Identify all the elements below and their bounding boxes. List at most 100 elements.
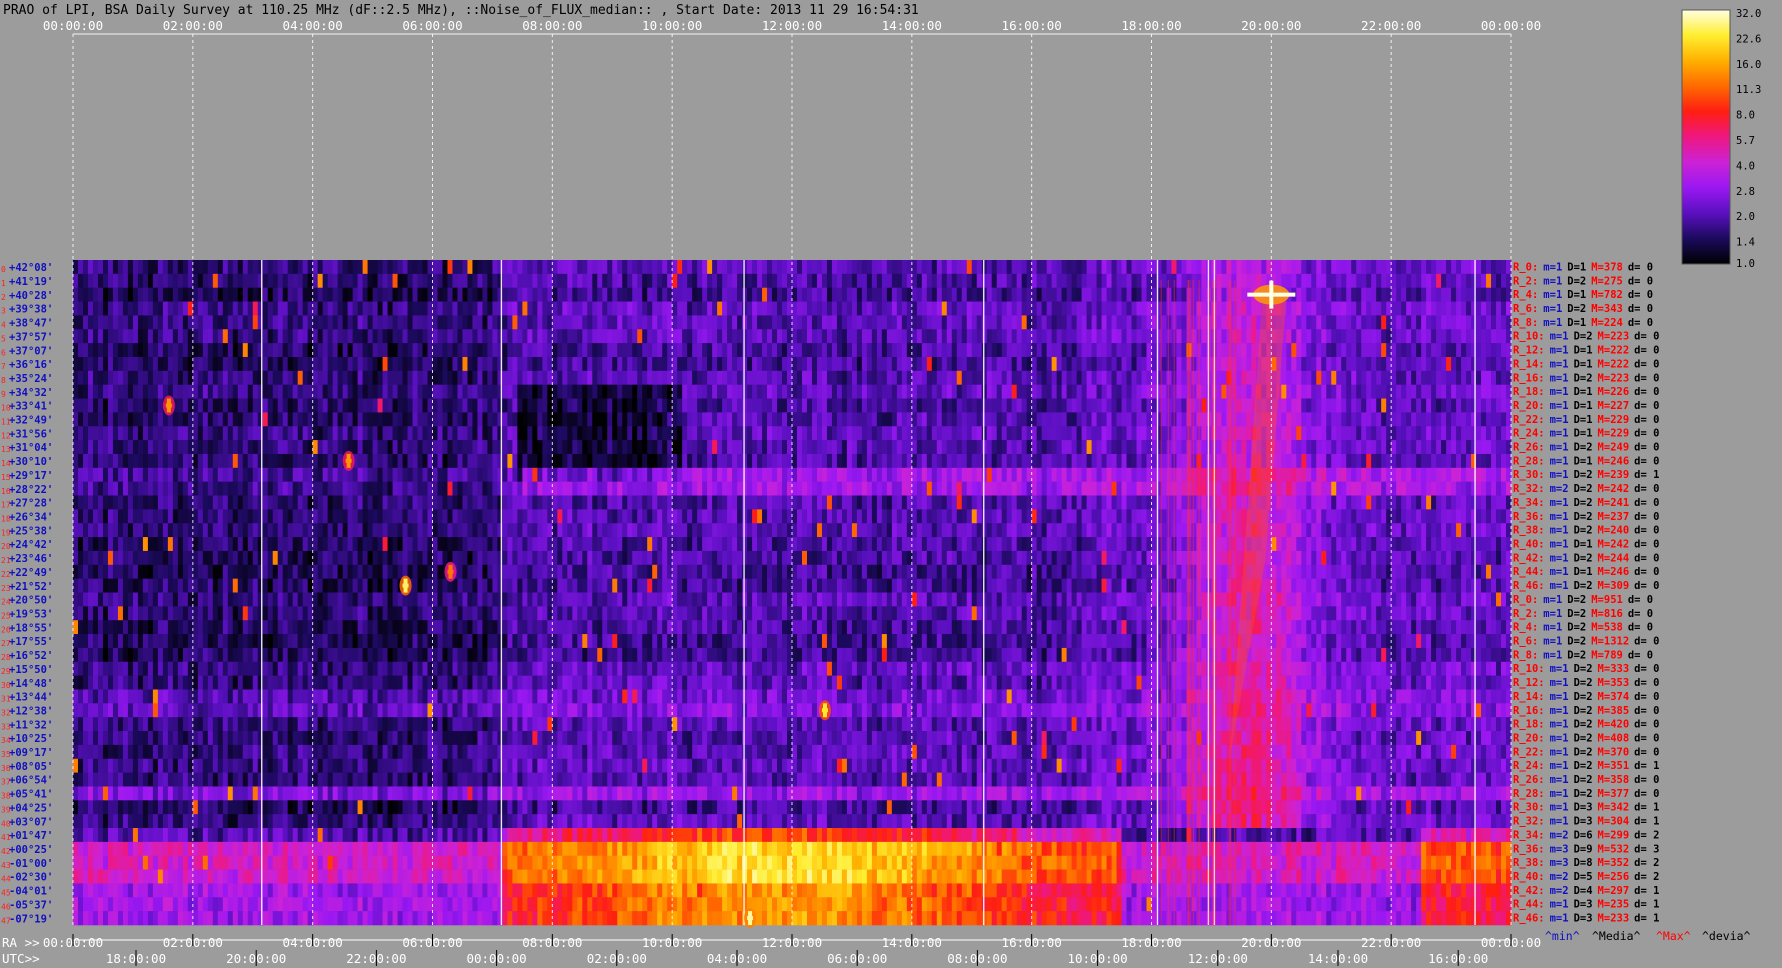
heatmap-cell xyxy=(387,329,393,344)
heatmap-cell xyxy=(617,398,623,413)
heatmap-cell xyxy=(552,287,558,302)
heatmap-cell xyxy=(342,287,349,302)
heatmap-cell xyxy=(412,343,418,358)
heatmap-cell xyxy=(382,426,388,441)
heatmap-cell xyxy=(697,481,703,496)
heatmap-cell xyxy=(587,329,593,344)
heatmap-cell xyxy=(267,329,274,344)
heatmap-cell xyxy=(1281,273,1287,288)
heatmap-cell xyxy=(317,260,324,275)
heatmap-cell xyxy=(1111,453,1117,469)
heatmap-cell xyxy=(73,495,79,510)
heatmap-cell xyxy=(976,356,983,372)
heatmap-cell xyxy=(592,440,598,455)
heatmap-cell xyxy=(532,453,538,469)
heatmap-cell xyxy=(727,426,733,441)
heatmap-cell xyxy=(1031,453,1038,469)
heatmap-cell xyxy=(1451,412,1457,427)
heatmap-cell xyxy=(1466,426,1472,441)
heatmap-cell xyxy=(292,453,299,469)
heatmap-cell xyxy=(447,440,453,455)
heatmap-cell xyxy=(936,370,943,385)
heatmap-cell xyxy=(657,370,663,385)
heatmap-cell xyxy=(1391,343,1397,358)
heatmap-cell xyxy=(866,481,873,496)
heatmap-cell xyxy=(1081,440,1087,455)
heatmap-cell xyxy=(946,481,953,496)
heatmap-cell xyxy=(657,273,663,288)
heatmap-cell xyxy=(1491,343,1497,358)
heatmap-cell xyxy=(132,260,139,275)
heatmap-cell xyxy=(886,315,893,330)
heatmap-cell xyxy=(317,495,324,510)
heatmap-cell xyxy=(856,440,863,455)
heatmap-cell xyxy=(851,426,858,441)
heatmap-cell xyxy=(552,467,558,482)
heatmap-cell xyxy=(642,370,648,385)
heatmap-cell xyxy=(1121,370,1127,385)
heatmap-cell xyxy=(1106,370,1112,385)
heatmap-cell xyxy=(1391,481,1397,496)
heatmap-cell xyxy=(891,481,898,496)
heatmap-cell xyxy=(737,301,743,316)
heatmap-cell xyxy=(836,287,843,302)
heatmap-cell xyxy=(1351,481,1357,496)
heatmap-cell xyxy=(517,370,523,385)
heatmap-cell xyxy=(916,384,923,399)
heatmap-cell xyxy=(1281,356,1287,372)
heatmap-cell xyxy=(752,260,758,275)
heatmap-cell xyxy=(1316,260,1322,275)
heatmap-cell xyxy=(197,356,204,372)
heatmap-cell xyxy=(422,440,428,455)
heatmap-cell xyxy=(1301,467,1307,482)
heatmap-cell xyxy=(1281,440,1287,455)
heatmap-cell xyxy=(826,481,833,496)
heatmap-cell xyxy=(1166,440,1172,455)
heatmap-cell xyxy=(1406,260,1412,275)
heatmap-cell xyxy=(327,315,334,330)
heatmap-cell xyxy=(916,273,923,288)
heatmap-cell xyxy=(532,370,538,385)
heatmap-cell xyxy=(946,287,953,302)
heatmap-cell xyxy=(597,426,603,441)
heatmap-cell xyxy=(107,384,114,399)
heatmap-cell xyxy=(232,343,239,358)
heatmap-cell xyxy=(152,356,159,372)
heatmap-cell xyxy=(357,426,363,441)
heatmap-cell xyxy=(707,412,713,427)
heatmap-cell xyxy=(1366,356,1372,372)
heatmap-cell xyxy=(587,356,593,372)
heatmap-cell xyxy=(142,370,149,385)
heatmap-cell xyxy=(332,453,339,469)
heatmap-cell xyxy=(372,495,378,510)
heatmap-cell xyxy=(1331,287,1337,302)
heatmap-cell xyxy=(981,370,988,385)
heatmap-cell xyxy=(821,287,828,302)
heatmap-cell xyxy=(347,426,354,441)
heatmap-cell xyxy=(392,481,398,496)
heatmap-cell xyxy=(1311,343,1317,358)
heatmap-cell xyxy=(1201,481,1207,496)
heatmap-cell xyxy=(981,440,988,455)
heatmap-cell xyxy=(876,412,883,427)
heatmap-cell xyxy=(1121,315,1127,330)
heatmap-cell xyxy=(1291,384,1297,399)
heatmap-cell xyxy=(127,467,134,482)
heatmap-cell xyxy=(387,343,393,358)
heatmap-cell xyxy=(292,356,299,372)
heatmap-cell xyxy=(762,398,768,413)
heatmap-cell xyxy=(1341,329,1347,344)
heatmap-cell xyxy=(612,273,618,288)
heatmap-cell xyxy=(422,495,428,510)
heatmap-cell xyxy=(107,467,114,482)
heatmap-cell xyxy=(172,440,179,455)
heatmap-cell xyxy=(272,287,279,302)
heatmap-cell xyxy=(931,398,938,413)
heatmap-cell xyxy=(1406,440,1412,455)
heatmap-cell xyxy=(956,343,963,358)
heatmap-cell xyxy=(177,370,184,385)
heatmap-cell xyxy=(382,440,388,455)
heatmap-cell xyxy=(647,343,653,358)
heatmap-cell xyxy=(1051,370,1058,385)
heatmap-cell xyxy=(472,260,478,275)
